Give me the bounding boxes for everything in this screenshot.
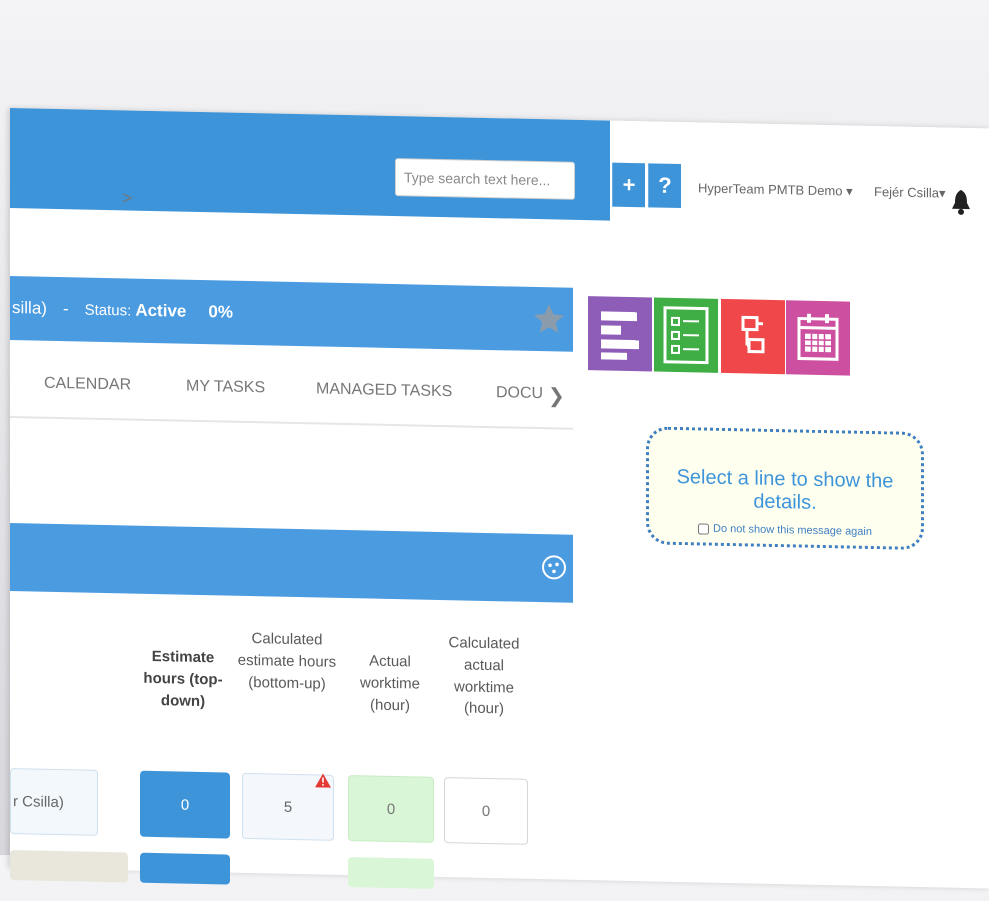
project-bar: silla) - Status: Active 0%	[10, 276, 573, 352]
workspace-menu[interactable]: HyperTeam PMTB Demo ▾	[698, 180, 853, 199]
tree-view-icon[interactable]	[721, 299, 785, 374]
breadcrumb-program[interactable]: o Program 2	[10, 186, 104, 207]
list-view-icon[interactable]	[654, 297, 718, 372]
warning-icon	[315, 773, 331, 787]
chevron-right-icon[interactable]: ❯	[548, 383, 565, 408]
grid-settings-icon[interactable]	[539, 552, 569, 583]
hide-message-checkbox[interactable]	[698, 523, 709, 534]
column-header-estimate[interactable]: Estimate hours (top-down)	[134, 646, 232, 713]
project-dash: -	[63, 299, 69, 319]
tab-documents[interactable]: DOCU	[496, 384, 543, 403]
project-owner: silla)	[12, 298, 47, 319]
calculated-actual-worktime-cell[interactable]: 0	[444, 777, 528, 845]
help-button[interactable]: ?	[648, 163, 681, 208]
estimate-hours-cell[interactable]: 0	[140, 771, 230, 839]
add-button[interactable]: +	[612, 163, 645, 208]
details-hint-box: Select a line to show the details. Do no…	[646, 426, 924, 550]
calculated-estimate-cell[interactable]: 5	[242, 773, 334, 841]
next-row-actual-cell[interactable]	[348, 857, 434, 889]
column-header-actual-worktime[interactable]: Actual worktime (hour)	[344, 650, 436, 717]
breadcrumb-separator: >	[122, 188, 132, 207]
actual-worktime-cell[interactable]: 0	[348, 775, 434, 843]
app-panel: + ? HyperTeam PMTB Demo ▾ Fejér Csilla▾ …	[10, 108, 989, 889]
project-progress: 0%	[208, 302, 233, 323]
hide-message-label: Do not show this message again	[713, 523, 872, 538]
status-label: Status:	[85, 301, 132, 319]
tab-calendar[interactable]: CALENDAR	[44, 375, 131, 395]
favorite-star-icon[interactable]	[531, 301, 567, 338]
gantt-view-icon[interactable]	[588, 296, 652, 371]
next-row-estimate-cell[interactable]	[140, 853, 230, 885]
status-value: Active	[135, 301, 186, 322]
calendar-view-icon[interactable]	[786, 300, 850, 375]
calculated-estimate-value: 5	[284, 798, 292, 815]
column-header-calculated-actual-worktime[interactable]: Calculated actual worktime (hour)	[436, 632, 532, 721]
grid-header-bar	[10, 523, 573, 603]
details-hint-message: Select a line to show the details.	[649, 465, 921, 517]
breadcrumb-project[interactable]: Project: Demo Project 1	[151, 189, 331, 212]
hide-message-option: Do not show this message again	[649, 521, 921, 539]
owner-cell[interactable]: r Csilla)	[10, 768, 98, 836]
tab-managed-tasks[interactable]: MANAGED TASKS	[316, 380, 452, 401]
user-menu[interactable]: Fejér Csilla▾	[874, 184, 946, 201]
tab-bar: CALENDAR MY TASKS MANAGED TASKS DOCU ❯	[10, 366, 573, 430]
tab-my-tasks[interactable]: MY TASKS	[186, 378, 265, 398]
search-input[interactable]	[395, 158, 575, 200]
column-header-calculated-estimate[interactable]: Calculated estimate hours (bottom-up)	[232, 628, 342, 696]
bell-icon[interactable]	[950, 188, 972, 216]
